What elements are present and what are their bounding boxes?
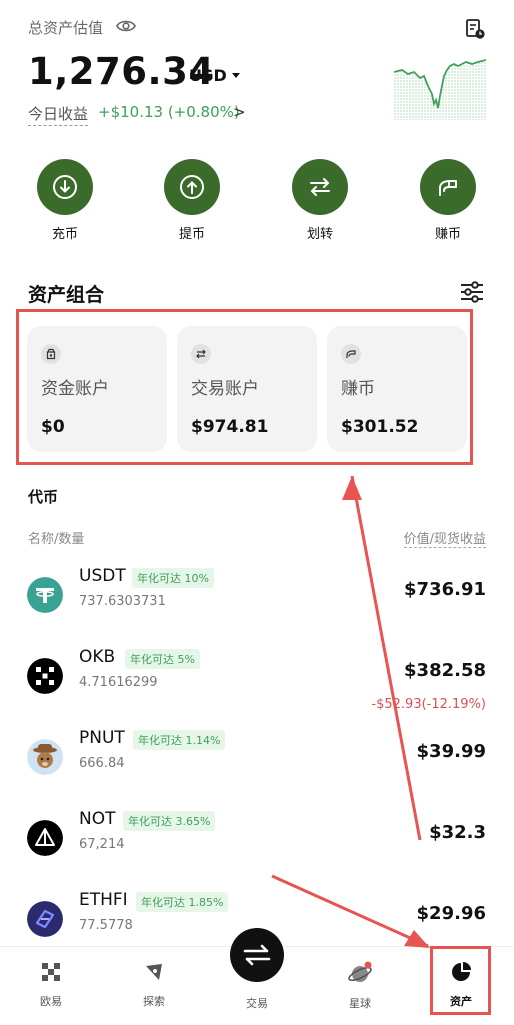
token-row-usdt[interactable]: USDT 年化可达 10% 737.6303731 $736.91 xyxy=(0,566,514,647)
token-value: $32.3 xyxy=(429,822,486,843)
today-profit-label: 今日收益 xyxy=(28,103,89,126)
token-symbol: USDT xyxy=(79,566,126,586)
tab-okx[interactable]: 欧易 xyxy=(21,961,81,1009)
tab-label: 欧易 xyxy=(40,995,62,1008)
tab-trade[interactable]: 交易 xyxy=(227,989,287,1011)
withdraw-label: 提币 xyxy=(178,227,205,242)
apr-badge[interactable]: 年化可达 10% xyxy=(132,568,214,588)
token-symbol: NOT xyxy=(79,809,116,829)
earn-icon xyxy=(439,180,457,196)
tab-label: 交易 xyxy=(246,997,268,1010)
transfer-button[interactable]: 划转 xyxy=(292,159,348,242)
deposit-button[interactable]: 充币 xyxy=(37,159,93,242)
okx-logo-icon xyxy=(42,963,60,981)
tab-explore[interactable]: 探索 xyxy=(124,961,184,1009)
filter-settings-icon[interactable] xyxy=(460,281,484,303)
tab-planet[interactable]: 星球 xyxy=(330,961,390,1011)
token-quantity: 77.5778 xyxy=(79,918,133,933)
apr-badge[interactable]: 年化可达 1.14% xyxy=(133,730,226,750)
chevron-down-icon[interactable] xyxy=(232,73,240,78)
token-symbol: ETHFI xyxy=(79,890,128,910)
token-row-not[interactable]: NOT 年化可达 3.65% 67,214 $32.3 xyxy=(0,809,514,890)
chevron-right-icon[interactable]: > xyxy=(233,103,246,121)
apr-badge[interactable]: 年化可达 1.85% xyxy=(136,892,229,912)
ethfi-logo-icon xyxy=(27,901,63,937)
token-quantity: 4.71616299 xyxy=(79,675,158,690)
eye-icon[interactable] xyxy=(116,18,136,34)
portfolio-title: 资产组合 xyxy=(28,284,105,306)
apr-badge[interactable]: 年化可达 3.65% xyxy=(123,811,216,831)
transfer-label: 划转 xyxy=(306,227,333,242)
token-quantity: 67,214 xyxy=(79,837,125,852)
token-symbol: PNUT xyxy=(79,728,125,748)
column-header-name-qty: 名称/数量 xyxy=(28,532,85,547)
total-assets-label: 总资产估值 xyxy=(28,19,104,37)
token-quantity: 737.6303731 xyxy=(79,594,166,609)
not-logo-icon xyxy=(27,820,63,856)
withdraw-button[interactable]: 提币 xyxy=(164,159,220,242)
total-balance: 1,276.34 xyxy=(28,50,215,93)
token-symbol: OKB xyxy=(79,647,116,667)
okb-logo-icon xyxy=(27,658,63,694)
tokens-section-title: 代币 xyxy=(28,488,59,506)
token-pnl: -$52.93(-12.19%) xyxy=(371,697,486,712)
apr-badge[interactable]: 年化可达 5% xyxy=(125,649,200,669)
today-profit-value[interactable]: +$10.13 (+0.80%) xyxy=(98,103,240,121)
deposit-label: 充币 xyxy=(51,227,78,242)
token-row-pnut[interactable]: PNUT 年化可达 1.14% 666.84 $39.99 xyxy=(0,728,514,809)
assets-tab-highlight-box xyxy=(430,946,491,1015)
compass-icon xyxy=(146,964,162,980)
tab-label: 探索 xyxy=(143,995,165,1008)
token-quantity: 666.84 xyxy=(79,756,125,771)
transfer-icon xyxy=(310,178,330,196)
currency-selector[interactable]: USD xyxy=(189,66,227,85)
token-value: $29.96 xyxy=(416,903,486,924)
column-header-value-pnl[interactable]: 价值/现货收益 xyxy=(403,528,486,548)
report-clock-icon[interactable] xyxy=(464,18,486,40)
withdraw-icon xyxy=(180,175,204,199)
earn-label: 赚币 xyxy=(434,227,461,242)
tab-label: 星球 xyxy=(349,997,371,1010)
trade-swap-icon xyxy=(243,944,271,966)
trade-button[interactable] xyxy=(230,928,284,982)
deposit-icon xyxy=(53,175,77,199)
earn-button[interactable]: 赚币 xyxy=(420,159,476,242)
pnut-logo-icon xyxy=(27,739,63,775)
token-row-okb[interactable]: OKB 年化可达 5% 4.71616299 $382.58 -$52.93(-… xyxy=(0,647,514,728)
planet-icon xyxy=(348,961,372,982)
token-value: $39.99 xyxy=(416,741,486,762)
usdt-logo-icon xyxy=(27,577,63,613)
balance-sparkline xyxy=(394,59,486,120)
token-value: $382.58 xyxy=(404,660,486,681)
portfolio-highlight-box xyxy=(16,309,473,465)
token-value: $736.91 xyxy=(404,579,486,600)
